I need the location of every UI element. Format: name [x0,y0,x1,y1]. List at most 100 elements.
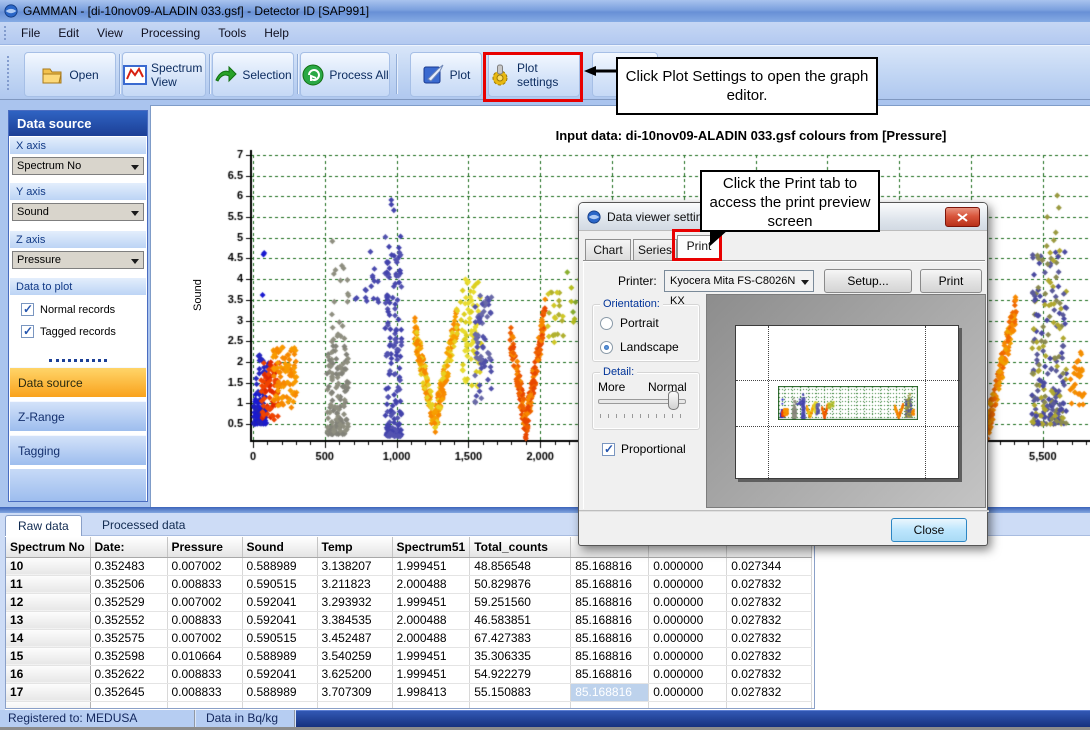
table-cell[interactable]: 0.007002 [167,629,242,647]
table-cell[interactable]: 0.008833 [167,611,242,629]
sidebar-item-tagging[interactable]: Tagging [10,435,146,465]
table-cell[interactable]: 0.352645 [90,683,167,701]
table-cell[interactable]: 0.027344 [727,557,812,575]
table-cell[interactable]: 54.922279 [470,665,571,683]
tab-raw-data[interactable]: Raw data [5,515,82,536]
table-cell[interactable]: 0.000000 [649,647,727,665]
menu-tools[interactable]: Tools [209,23,255,43]
table-cell[interactable]: 0.010664 [167,647,242,665]
table-cell[interactable] [6,701,90,709]
table-cell[interactable]: 0.000000 [649,665,727,683]
table-cell[interactable]: 0.008833 [167,665,242,683]
tab-series[interactable]: Series [633,239,677,260]
sidebar-item-z-range[interactable]: Z-Range [10,401,146,431]
table-cell[interactable]: 59.251560 [470,593,571,611]
table-cell[interactable]: 0.352529 [90,593,167,611]
row-header-cell[interactable]: 15 [6,647,90,665]
table-cell[interactable]: 0.000000 [649,683,727,701]
table-cell[interactable]: 0.027832 [727,629,812,647]
row-header-cell[interactable]: 12 [6,593,90,611]
table-cell[interactable]: 50.829876 [470,575,571,593]
table-cell[interactable]: 0.352622 [90,665,167,683]
row-header-cell[interactable]: 10 [6,557,90,575]
menu-file[interactable]: File [12,23,49,43]
print-button[interactable]: Print [920,269,982,293]
process-all-button[interactable]: Process All [300,52,390,97]
table-cell[interactable]: 1.998413 [392,683,470,701]
printer-select[interactable]: Kyocera Mita FS-C8026N KX [664,270,814,292]
menu-grip-handle[interactable] [3,25,8,41]
column-header-spectrum-no[interactable]: Spectrum No [6,537,90,557]
table-cell[interactable]: 3.707309 [317,683,392,701]
tagged-records-checkbox[interactable]: Tagged records [21,325,116,338]
column-header-sound[interactable]: Sound [242,537,317,557]
portrait-radio[interactable]: Portrait [600,316,659,330]
table-cell[interactable]: 1.999451 [392,665,470,683]
table-cell[interactable]: 0.352506 [90,575,167,593]
table-cell[interactable] [571,701,649,709]
column-header-spectrum51[interactable]: Spectrum51 [392,537,470,557]
table-cell[interactable]: 3.293932 [317,593,392,611]
table-cell[interactable]: 0.352598 [90,647,167,665]
table-cell[interactable]: 3.211823 [317,575,392,593]
table-cell[interactable]: 35.306335 [470,647,571,665]
table-cell[interactable] [167,701,242,709]
table-cell[interactable]: 55.150883 [470,683,571,701]
table-cell[interactable] [727,701,812,709]
setup-button[interactable]: Setup... [824,269,912,293]
table-cell[interactable]: 0.352575 [90,629,167,647]
table-cell[interactable] [392,701,470,709]
row-header-cell[interactable]: 14 [6,629,90,647]
y-axis-select[interactable]: Sound [12,203,144,221]
row-header-cell[interactable]: 17 [6,683,90,701]
table-cell[interactable]: 0.592041 [242,611,317,629]
table-cell[interactable]: 48.856548 [470,557,571,575]
row-header-cell[interactable]: 16 [6,665,90,683]
column-header-pressure[interactable]: Pressure [167,537,242,557]
table-cell[interactable]: 85.168816 [571,647,649,665]
close-icon[interactable] [945,207,980,227]
sidebar-item-data-source[interactable]: Data source [10,367,146,397]
table-cell[interactable]: 1.999451 [392,593,470,611]
table-cell[interactable]: 85.168816 [571,683,649,701]
table-cell[interactable]: 0.352483 [90,557,167,575]
table-cell[interactable] [242,701,317,709]
menu-help[interactable]: Help [255,23,298,43]
row-header-cell[interactable]: 13 [6,611,90,629]
table-cell[interactable] [90,701,167,709]
table-cell[interactable]: 0.590515 [242,629,317,647]
table-cell[interactable]: 85.168816 [571,593,649,611]
table-cell[interactable]: 0.007002 [167,593,242,611]
table-cell[interactable] [649,701,727,709]
table-cell[interactable]: 85.168816 [571,575,649,593]
table-cell[interactable]: 0.027832 [727,647,812,665]
table-cell[interactable]: 1.999451 [392,647,470,665]
close-button[interactable]: Close [891,518,967,542]
column-header-total-counts[interactable]: Total_counts [470,537,571,557]
table-cell[interactable]: 0.008833 [167,575,242,593]
landscape-radio[interactable]: Landscape [600,340,679,354]
table-cell[interactable]: 2.000488 [392,629,470,647]
table-cell[interactable]: 0.027832 [727,575,812,593]
table-cell[interactable]: 2.000488 [392,611,470,629]
table-cell[interactable]: 3.384535 [317,611,392,629]
splitter-handle[interactable] [49,359,107,362]
spectrum-view-button[interactable]: Spectrum View [122,52,206,97]
table-cell[interactable]: 85.168816 [571,557,649,575]
table-cell[interactable]: 0.000000 [649,575,727,593]
table-cell[interactable]: 0.027832 [727,665,812,683]
menu-view[interactable]: View [88,23,132,43]
table-cell[interactable]: 0.007002 [167,557,242,575]
menu-edit[interactable]: Edit [49,23,88,43]
table-cell[interactable]: 0.352552 [90,611,167,629]
table-cell[interactable]: 0.590515 [242,575,317,593]
table-cell[interactable]: 0.000000 [649,557,727,575]
table-cell[interactable]: 0.592041 [242,665,317,683]
table-cell[interactable]: 2.000488 [392,575,470,593]
table-cell[interactable]: 0.588989 [242,683,317,701]
table-cell[interactable]: 85.168816 [571,629,649,647]
table-cell[interactable]: 0.008833 [167,683,242,701]
table-cell[interactable]: 67.427383 [470,629,571,647]
normal-records-checkbox[interactable]: Normal records [21,303,115,316]
table-cell[interactable] [470,701,571,709]
